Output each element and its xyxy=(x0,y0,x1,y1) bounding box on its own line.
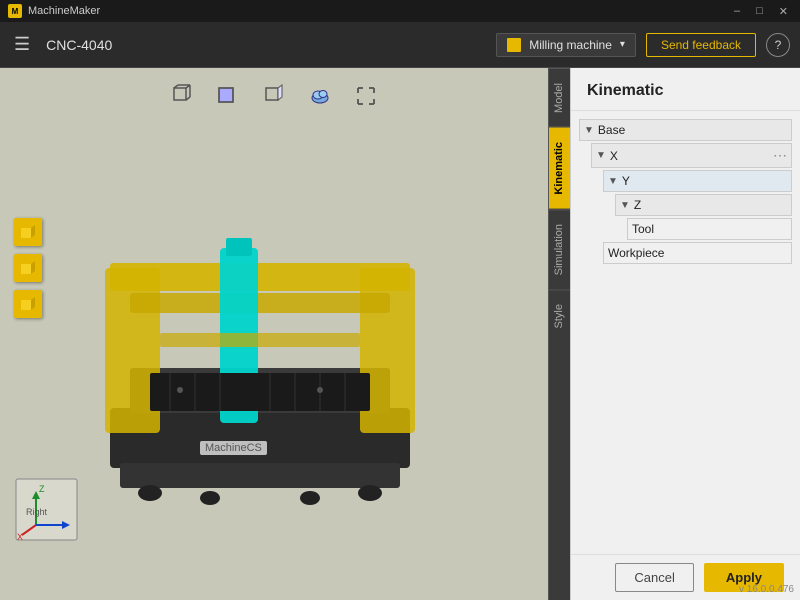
toolbar-right: Milling machine ▾ Send feedback ? xyxy=(496,33,790,57)
version-label: v 16.0.0.476 xyxy=(739,584,794,595)
tab-style[interactable]: Style xyxy=(549,289,570,342)
cancel-button[interactable]: Cancel xyxy=(615,563,693,592)
help-button[interactable]: ? xyxy=(766,33,790,57)
point-cloud-button[interactable] xyxy=(304,80,336,112)
cube-icon-3[interactable] xyxy=(14,290,42,318)
machine-selector-label: Milling machine xyxy=(529,38,612,52)
tree-item-y[interactable]: ▼ Y xyxy=(603,170,792,192)
send-feedback-button[interactable]: Send feedback xyxy=(646,33,756,57)
tree-item-base[interactable]: ▼ Base xyxy=(579,119,792,141)
tree-label-y: Y xyxy=(622,174,787,188)
tree-item-tool[interactable]: Tool xyxy=(627,218,792,240)
side-view-button[interactable] xyxy=(258,80,290,112)
app-title: CNC-4040 xyxy=(46,37,112,53)
panel-content: ▼ Base ▼ X ⋯ ▼ Y ▼ Z Tool xyxy=(571,111,800,554)
tree-label-tool: Tool xyxy=(632,222,787,236)
front-view-button[interactable] xyxy=(212,80,244,112)
viewport[interactable]: MachineCS xyxy=(0,68,548,600)
tree-label-base: Base xyxy=(598,123,787,137)
machine-type-icon xyxy=(507,38,521,52)
svg-text:Right: Right xyxy=(26,507,48,517)
tree-arrow-x: ▼ xyxy=(596,150,606,161)
titlebar: M MachineMaker – □ ✕ xyxy=(0,0,800,22)
tree-item-z[interactable]: ▼ Z xyxy=(615,194,792,216)
tree-item-workpiece[interactable]: Workpiece xyxy=(603,242,792,264)
minimize-button[interactable]: – xyxy=(730,5,744,18)
left-icons xyxy=(14,218,42,318)
machine-cs-label: MachineCS xyxy=(200,441,267,455)
app-icon: M xyxy=(8,4,22,18)
titlebar-left: M MachineMaker xyxy=(8,4,100,18)
cube-icon-1[interactable] xyxy=(14,218,42,246)
tree-arrow-base: ▼ xyxy=(584,125,594,136)
menu-icon[interactable]: ☰ xyxy=(10,30,34,59)
titlebar-controls: – □ ✕ xyxy=(730,5,792,18)
main-area: MachineCS xyxy=(0,68,800,600)
main-toolbar: ☰ CNC-4040 Milling machine ▾ Send feedba… xyxy=(0,22,800,68)
tree-label-x: X xyxy=(610,149,773,163)
right-panel: Kinematic ▼ Base ▼ X ⋯ ▼ Y ▼ Z xyxy=(570,68,800,600)
chevron-down-icon: ▾ xyxy=(620,39,625,50)
panel-title: Kinematic xyxy=(571,68,800,111)
perspective-view-button[interactable] xyxy=(166,80,198,112)
view-toolbar xyxy=(166,80,382,112)
tree-arrow-y: ▼ xyxy=(608,176,618,187)
close-button[interactable]: ✕ xyxy=(775,5,792,18)
tree-item-x[interactable]: ▼ X ⋯ xyxy=(591,143,792,168)
tree-label-z: Z xyxy=(634,198,787,212)
svg-text:Z: Z xyxy=(39,484,45,494)
machine-selector[interactable]: Milling machine ▾ xyxy=(496,33,636,57)
tab-simulation[interactable]: Simulation xyxy=(549,209,570,289)
tree-dots-x: ⋯ xyxy=(773,147,787,164)
svg-text:X: X xyxy=(17,532,23,542)
fullscreen-button[interactable] xyxy=(350,80,382,112)
tree-label-workpiece: Workpiece xyxy=(608,246,787,260)
cube-icon-2[interactable] xyxy=(14,254,42,282)
machine-3d-view xyxy=(30,118,548,560)
tree-arrow-z: ▼ xyxy=(620,200,630,211)
app-name: MachineMaker xyxy=(28,5,100,17)
maximize-button[interactable]: □ xyxy=(752,5,767,18)
tab-kinematic[interactable]: Kinematic xyxy=(549,127,570,209)
sidebar-tabs: Model Kinematic Simulation Style xyxy=(548,68,570,600)
tab-model[interactable]: Model xyxy=(549,68,570,127)
coordinate-indicator: Z X Right xyxy=(14,477,79,545)
